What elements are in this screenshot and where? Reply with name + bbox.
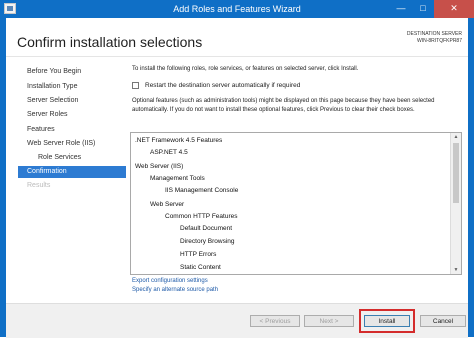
list-item: HTTP Errors	[180, 251, 217, 258]
window-frame-right	[468, 18, 474, 337]
export-configuration-link[interactable]: Export configuration settings	[132, 278, 208, 284]
page-title: Confirm installation selections	[17, 34, 203, 50]
destination-server-name: WIN-8RITQFKPR87	[416, 38, 462, 44]
list-item: IIS Management Console	[165, 187, 239, 194]
install-highlight-box	[359, 309, 415, 333]
scroll-up-icon[interactable]: ▲	[451, 133, 461, 141]
wizard-header: Confirm installation selections DESTINAT…	[6, 18, 468, 57]
nav-role-services[interactable]: Role Services	[38, 154, 81, 161]
alternate-source-link[interactable]: Specify an alternate source path	[132, 287, 218, 293]
list-item: Common HTTP Features	[165, 213, 238, 220]
nav-confirmation[interactable]: Confirmation	[18, 166, 126, 178]
list-item: Default Document	[180, 225, 233, 232]
restart-checkbox[interactable]	[132, 82, 139, 89]
restart-checkbox-label[interactable]: Restart the destination server automatic…	[145, 82, 300, 89]
scroll-down-icon[interactable]: ▼	[451, 266, 461, 274]
nav-results: Results	[27, 182, 51, 189]
next-button[interactable]: Next >	[304, 315, 354, 327]
list-scrollbar[interactable]: ▲ ▼	[450, 133, 461, 274]
nav-features[interactable]: Features	[27, 126, 55, 133]
confirmation-panel: To install the following roles, role ser…	[126, 57, 468, 303]
intro-text: To install the following roles, role ser…	[132, 66, 359, 72]
close-button[interactable]: ✕	[434, 0, 474, 18]
destination-label: DESTINATION SERVER	[406, 31, 462, 37]
list-item: ASP.NET 4.5	[150, 149, 188, 156]
nav-server-roles[interactable]: Server Roles	[27, 111, 67, 118]
title-bar: Add Roles and Features Wizard — □ ✕	[0, 0, 474, 18]
nav-server-selection[interactable]: Server Selection	[27, 97, 78, 104]
list-item: Web Server	[150, 201, 185, 208]
selections-list[interactable]: .NET Framework 4.5 Features ASP.NET 4.5 …	[130, 132, 462, 275]
list-item: Directory Browsing	[180, 238, 235, 245]
optional-features-note: Optional features (such as administratio…	[132, 98, 435, 113]
cancel-button[interactable]: Cancel	[420, 315, 466, 327]
nav-before-you-begin[interactable]: Before You Begin	[27, 68, 81, 75]
list-item: Management Tools	[150, 175, 205, 182]
previous-button[interactable]: < Previous	[250, 315, 300, 327]
minimize-button[interactable]: —	[390, 0, 412, 18]
scroll-thumb[interactable]	[453, 143, 459, 203]
nav-installation-type[interactable]: Installation Type	[27, 83, 77, 90]
maximize-button[interactable]: □	[412, 0, 434, 18]
list-item: Web Server (IIS)	[135, 163, 184, 170]
list-item: Static Content	[180, 264, 221, 271]
nav-web-server-role[interactable]: Web Server Role (IIS)	[27, 140, 95, 147]
destination-server-info: DESTINATION SERVER WIN-8RITQFKPR87	[407, 31, 462, 45]
wizard-footer: < Previous Next > Install Cancel	[6, 303, 468, 338]
wizard-steps-sidebar: Before You Begin Installation Type Serve…	[6, 57, 126, 303]
list-item: .NET Framework 4.5 Features	[135, 137, 223, 144]
